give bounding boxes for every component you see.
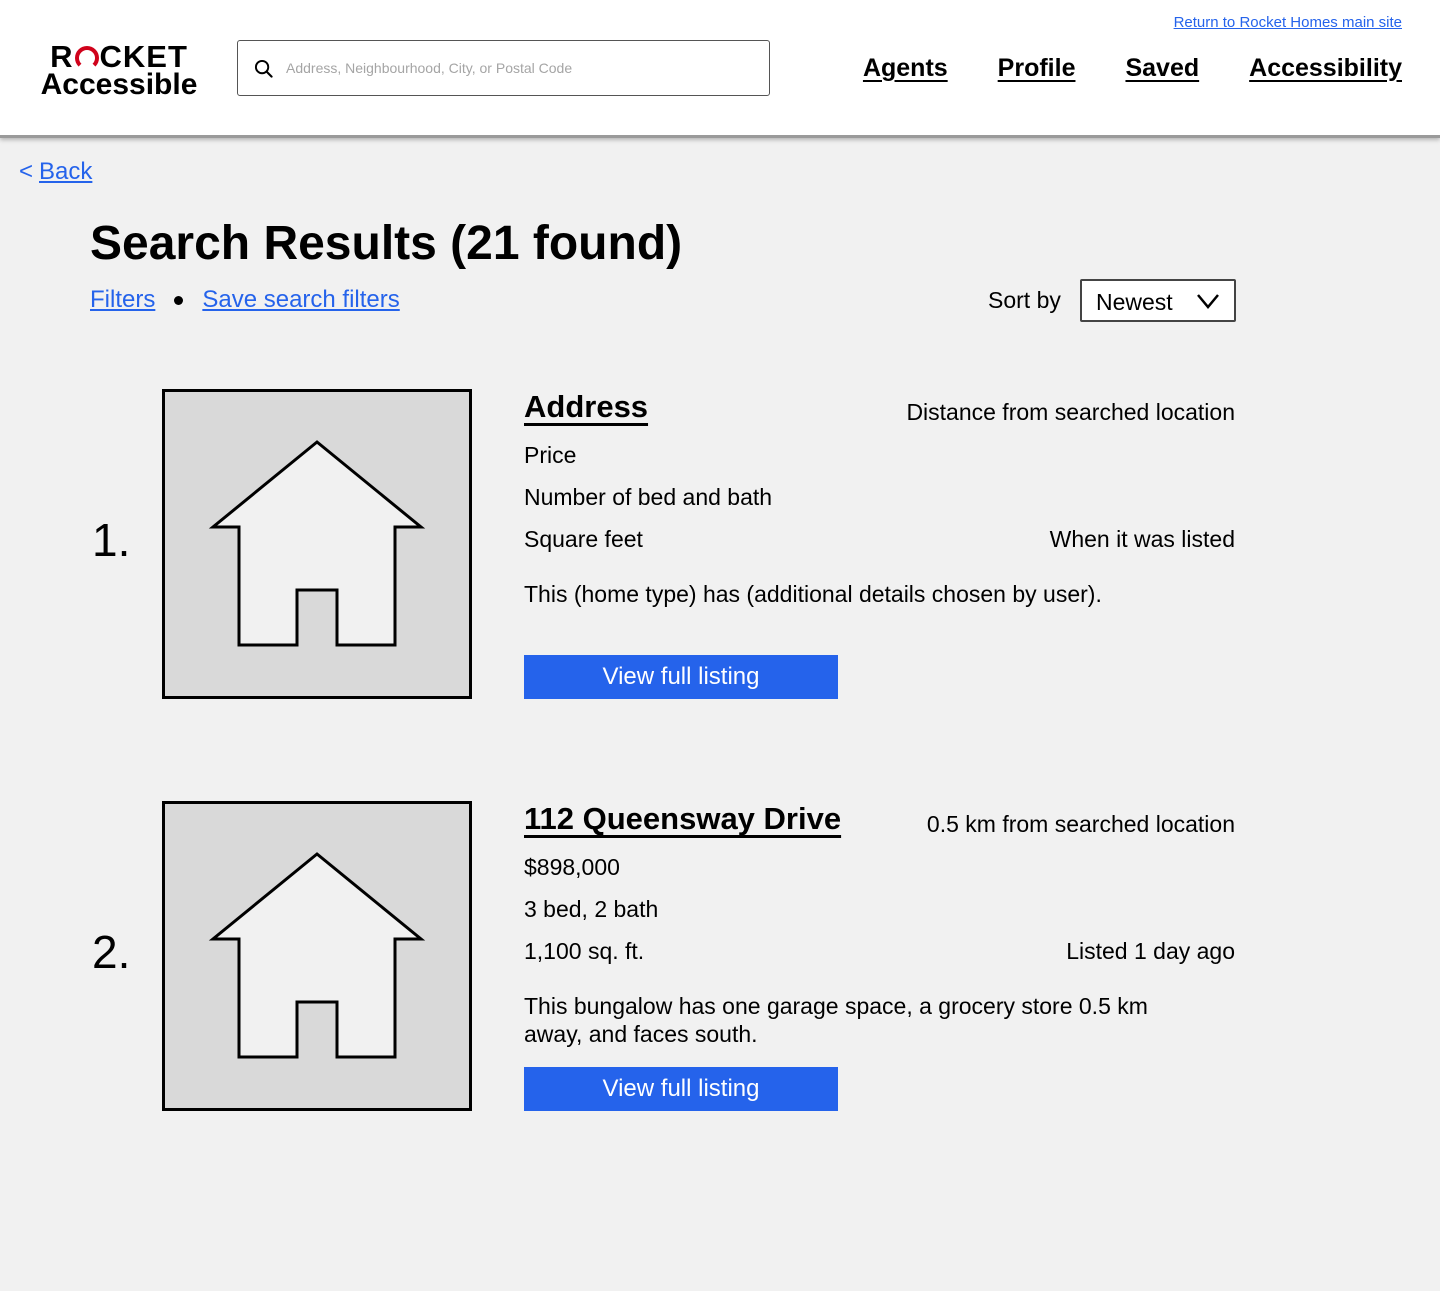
filters-link[interactable]: Filters [90, 286, 155, 314]
nav-profile[interactable]: Profile [998, 54, 1076, 83]
rocket-accessible-logo[interactable]: R CKET Accessible [34, 41, 204, 101]
listing-beds-baths: 3 bed, 2 bath [524, 896, 659, 922]
nav-saved[interactable]: Saved [1125, 54, 1199, 83]
listing-card: 1. Address Distance from searched locati… [0, 389, 1440, 709]
nav-agents[interactable]: Agents [863, 54, 948, 83]
listing-address-link[interactable]: 112 Queensway Drive [524, 801, 841, 837]
house-icon [208, 852, 426, 1059]
nav-accessibility[interactable]: Accessibility [1249, 54, 1402, 83]
listing-thumbnail[interactable] [162, 389, 472, 699]
sort-label: Sort by [988, 287, 1061, 313]
main-nav: Agents Profile Saved Accessibility [863, 54, 1402, 83]
logo-o-icon [74, 46, 99, 70]
listing-address-link[interactable]: Address [524, 389, 648, 425]
sort-selected-value: Newest [1096, 289, 1173, 315]
chevron-down-icon [1197, 294, 1219, 309]
top-header: R CKET Accessible Return to Rocket Homes… [0, 0, 1440, 138]
listing-listed-date: When it was listed [1049, 526, 1235, 552]
listing-listed-date: Listed 1 day ago [1066, 938, 1235, 964]
listing-sqft: 1,100 sq. ft. [524, 938, 645, 964]
search-icon [254, 59, 273, 78]
listing-price: $898,000 [524, 854, 620, 880]
listing-description: This (home type) has (additional details… [524, 581, 1102, 607]
back-chevron-icon: < [19, 158, 34, 185]
view-full-listing-button[interactable]: View full listing [524, 1067, 838, 1111]
page-title: Search Results (21 found) [90, 217, 683, 270]
logo-subtitle: Accessible [40, 68, 198, 101]
save-search-filters-link[interactable]: Save search filters [202, 286, 399, 314]
listing-distance: Distance from searched location [906, 399, 1235, 425]
listing-beds-baths: Number of bed and bath [524, 484, 773, 510]
listing-distance: 0.5 km from searched location [926, 811, 1235, 837]
search-input[interactable] [286, 51, 756, 85]
search-box [237, 40, 770, 96]
listing-description: This bungalow has one garage space, a gr… [524, 993, 1148, 1047]
filters-row: Filters Save search filters [90, 286, 400, 314]
listing-price: Price [524, 442, 577, 468]
listing-thumbnail[interactable] [162, 801, 472, 1111]
listing-sqft: Square feet [524, 526, 643, 552]
view-full-listing-button[interactable]: View full listing [524, 655, 838, 699]
listing-card: 2. 112 Queensway Drive 0.5 km from searc… [0, 801, 1440, 1121]
back-link[interactable]: < Back [19, 158, 92, 186]
sort-dropdown[interactable]: Newest [1080, 279, 1236, 322]
listing-rank: 1. [92, 514, 131, 566]
return-to-main-site-link[interactable]: Return to Rocket Homes main site [1174, 14, 1402, 31]
separator-bullet [174, 295, 184, 305]
listing-rank: 2. [92, 926, 131, 978]
back-label: Back [39, 158, 93, 185]
house-icon [208, 440, 426, 647]
